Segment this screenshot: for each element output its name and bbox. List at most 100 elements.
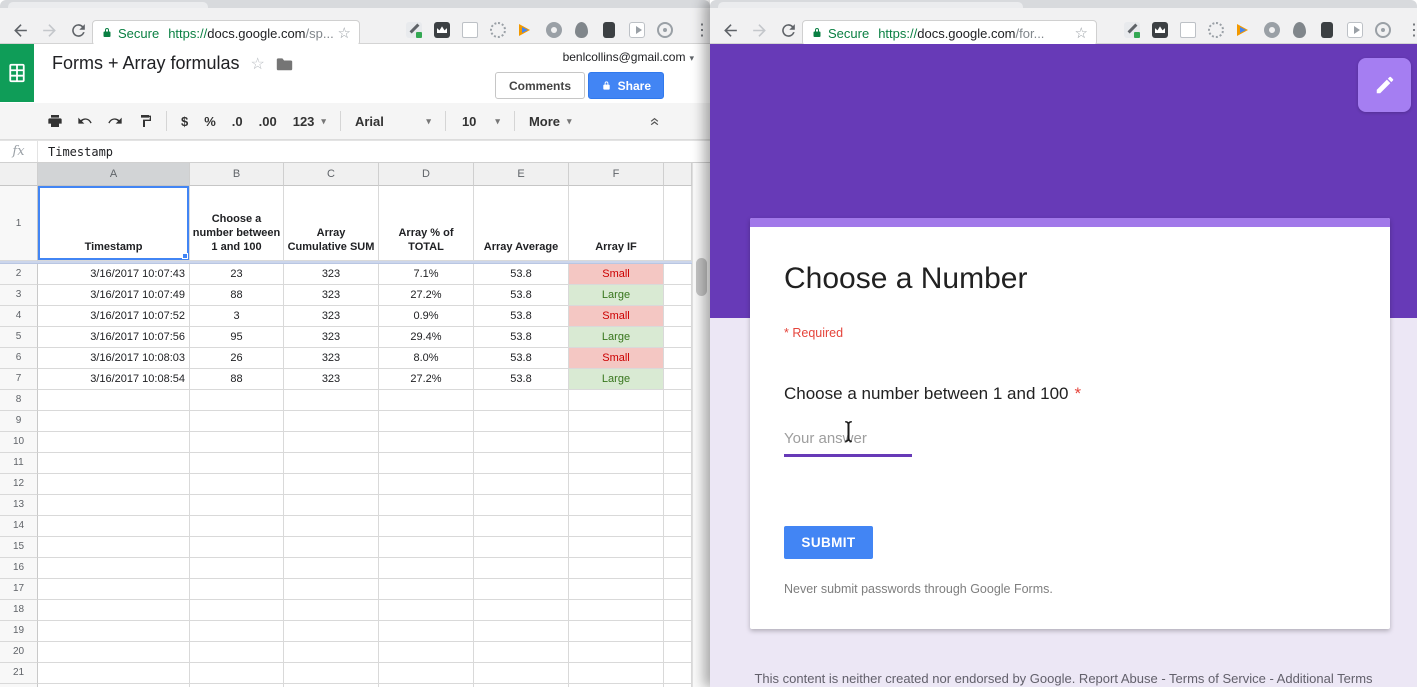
column-header-A[interactable]: A bbox=[38, 163, 190, 186]
forward-button[interactable] bbox=[750, 21, 770, 41]
bookmark-star-icon[interactable]: ☆ bbox=[338, 26, 351, 41]
cell[interactable] bbox=[379, 579, 474, 600]
page-extension-icon[interactable] bbox=[462, 22, 478, 38]
column-header-B[interactable]: B bbox=[190, 163, 284, 186]
cell[interactable] bbox=[379, 390, 474, 411]
cell-empty[interactable] bbox=[664, 285, 692, 306]
cell[interactable] bbox=[569, 600, 664, 621]
cell[interactable] bbox=[190, 474, 284, 495]
row-number[interactable]: 3 bbox=[0, 285, 38, 306]
cell[interactable] bbox=[284, 390, 379, 411]
cell[interactable]: 3/16/2017 10:07:49 bbox=[38, 285, 190, 306]
cell[interactable]: Large bbox=[569, 369, 664, 390]
cell[interactable] bbox=[569, 390, 664, 411]
row-number[interactable]: 21 bbox=[0, 663, 38, 684]
form-footer-links[interactable]: This content is neither created nor endo… bbox=[710, 671, 1417, 686]
cell[interactable] bbox=[284, 453, 379, 474]
cell[interactable] bbox=[38, 621, 190, 642]
cell[interactable] bbox=[379, 516, 474, 537]
cell[interactable]: 53.8 bbox=[474, 369, 569, 390]
cell[interactable] bbox=[284, 537, 379, 558]
phone-extension-icon[interactable] bbox=[603, 22, 615, 38]
folder-icon[interactable] bbox=[276, 57, 293, 71]
row-number[interactable]: 2 bbox=[0, 264, 38, 285]
cell[interactable]: Large bbox=[569, 285, 664, 306]
cell[interactable]: 7.1% bbox=[379, 264, 474, 285]
format-percent-button[interactable]: % bbox=[196, 114, 224, 129]
cell[interactable]: Small bbox=[569, 306, 664, 327]
file-extension-icon[interactable] bbox=[629, 22, 645, 38]
cell[interactable]: 3/16/2017 10:08:03 bbox=[38, 348, 190, 369]
cell[interactable] bbox=[190, 621, 284, 642]
cell[interactable] bbox=[474, 474, 569, 495]
cell[interactable] bbox=[474, 495, 569, 516]
cell[interactable] bbox=[569, 432, 664, 453]
file-extension-icon[interactable] bbox=[1347, 22, 1363, 38]
cell[interactable] bbox=[474, 411, 569, 432]
document-title[interactable]: Forms + Array formulas bbox=[52, 53, 240, 74]
arrow-extension-icon[interactable] bbox=[1236, 22, 1252, 38]
row-number[interactable]: 5 bbox=[0, 327, 38, 348]
cell[interactable] bbox=[284, 663, 379, 684]
cell[interactable] bbox=[379, 411, 474, 432]
cell[interactable]: 29.4% bbox=[379, 327, 474, 348]
cell[interactable]: 323 bbox=[284, 264, 379, 285]
row-number[interactable]: 20 bbox=[0, 642, 38, 663]
circle-extension-icon[interactable] bbox=[490, 22, 506, 38]
cell[interactable] bbox=[190, 558, 284, 579]
cell[interactable] bbox=[379, 558, 474, 579]
header-cell[interactable]: Timestamp bbox=[38, 186, 190, 261]
cell[interactable]: 53.8 bbox=[474, 348, 569, 369]
cell-empty[interactable] bbox=[664, 186, 692, 261]
cell[interactable] bbox=[190, 453, 284, 474]
cell[interactable]: 3 bbox=[190, 306, 284, 327]
cell[interactable]: 3/16/2017 10:08:54 bbox=[38, 369, 190, 390]
cell[interactable] bbox=[38, 411, 190, 432]
cell[interactable] bbox=[664, 621, 692, 642]
cell[interactable] bbox=[569, 516, 664, 537]
cell[interactable] bbox=[379, 600, 474, 621]
row-number[interactable]: 8 bbox=[0, 390, 38, 411]
droplet-extension-icon[interactable] bbox=[1293, 22, 1306, 38]
fill-handle[interactable] bbox=[182, 253, 188, 259]
cell[interactable] bbox=[379, 642, 474, 663]
cell[interactable] bbox=[569, 663, 664, 684]
row-number[interactable]: 16 bbox=[0, 558, 38, 579]
cell[interactable] bbox=[379, 537, 474, 558]
cell[interactable]: 27.2% bbox=[379, 369, 474, 390]
increase-decimal-button[interactable]: .00 bbox=[251, 114, 285, 129]
address-bar[interactable]: Secure https://docs.google.com/sp... ☆ bbox=[92, 20, 360, 46]
cell[interactable] bbox=[569, 411, 664, 432]
circle-extension-icon[interactable] bbox=[1208, 22, 1224, 38]
row-number[interactable]: 6 bbox=[0, 348, 38, 369]
cell[interactable] bbox=[38, 390, 190, 411]
cell[interactable]: 88 bbox=[190, 369, 284, 390]
cell[interactable]: 8.0% bbox=[379, 348, 474, 369]
cell[interactable] bbox=[474, 537, 569, 558]
cell[interactable]: 323 bbox=[284, 327, 379, 348]
cell[interactable]: 95 bbox=[190, 327, 284, 348]
cell[interactable] bbox=[664, 663, 692, 684]
column-header-partial[interactable] bbox=[664, 163, 692, 186]
cell[interactable] bbox=[569, 558, 664, 579]
scrollbar-thumb[interactable] bbox=[696, 258, 707, 296]
cell[interactable] bbox=[379, 663, 474, 684]
page-extension-icon[interactable] bbox=[1180, 22, 1196, 38]
cell[interactable] bbox=[379, 453, 474, 474]
row-number[interactable]: 10 bbox=[0, 432, 38, 453]
header-cell[interactable]: Array % of TOTAL bbox=[379, 186, 474, 261]
reload-button[interactable] bbox=[69, 21, 89, 41]
cell[interactable] bbox=[38, 642, 190, 663]
cell[interactable] bbox=[284, 621, 379, 642]
row-number[interactable]: 9 bbox=[0, 411, 38, 432]
cell[interactable] bbox=[38, 600, 190, 621]
cell[interactable] bbox=[284, 642, 379, 663]
edit-form-button[interactable] bbox=[1358, 58, 1411, 112]
cell[interactable] bbox=[474, 453, 569, 474]
cell[interactable] bbox=[190, 390, 284, 411]
address-bar[interactable]: Secure https://docs.google.com/for... ☆ bbox=[802, 20, 1097, 46]
cell[interactable]: 323 bbox=[284, 306, 379, 327]
cell[interactable]: 323 bbox=[284, 348, 379, 369]
more-toolbar-button[interactable]: More▾ bbox=[521, 114, 580, 129]
undo-button[interactable] bbox=[70, 113, 100, 130]
